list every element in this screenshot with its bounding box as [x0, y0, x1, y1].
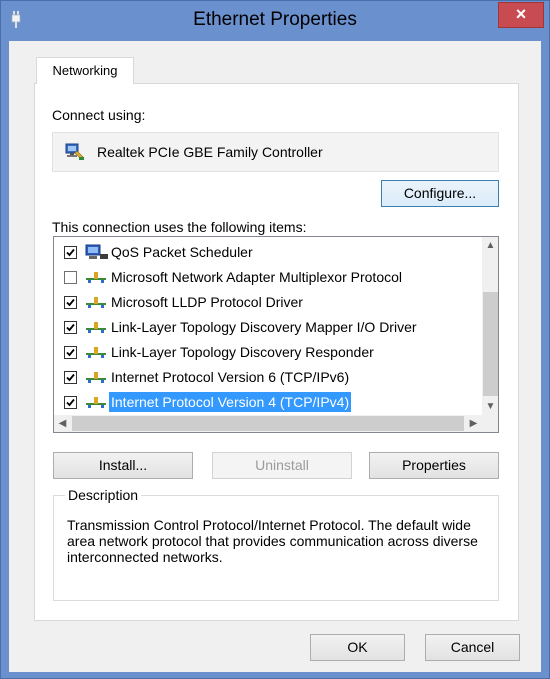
checkbox-unchecked[interactable] — [64, 271, 77, 284]
properties-button[interactable]: Properties — [369, 452, 499, 479]
protocol-icon — [84, 294, 110, 310]
items-label: This connection uses the following items… — [52, 219, 307, 235]
description-text: Transmission Control Protocol/Internet P… — [67, 517, 478, 565]
title-bar[interactable]: Ethernet Properties × — [1, 1, 549, 41]
tab-networking[interactable]: Networking — [36, 57, 134, 84]
vertical-scroll-thumb[interactable] — [483, 292, 498, 396]
ethernet-properties-window: Ethernet Properties × Networking Connect… — [0, 0, 550, 679]
protocol-icon — [84, 319, 110, 335]
cancel-button[interactable]: Cancel — [425, 634, 520, 661]
list-item[interactable]: Link-Layer Topology Discovery Mapper I/O… — [54, 315, 482, 339]
scrollbar-corner — [482, 415, 498, 432]
adapter-field: Realtek PCIe GBE Family Controller — [52, 132, 499, 172]
list-item[interactable]: Internet Protocol Version 6 (TCP/IPv6) — [54, 365, 482, 389]
protocol-icon — [84, 344, 110, 360]
checkbox-checked[interactable] — [64, 321, 77, 334]
protocol-icon — [84, 369, 110, 385]
list-item[interactable]: Microsoft Network Adapter Multiplexor Pr… — [54, 265, 482, 289]
connect-using-label: Connect using: — [52, 107, 146, 123]
uninstall-button[interactable]: Uninstall — [212, 452, 352, 479]
install-button[interactable]: Install... — [53, 452, 193, 479]
scroll-up-icon[interactable]: ▲ — [482, 237, 498, 254]
protocol-icon — [84, 269, 110, 285]
configure-button[interactable]: Configure... — [381, 180, 499, 207]
list-item[interactable]: Link-Layer Topology Discovery Responder — [54, 340, 482, 364]
items-list[interactable]: QoS Packet Scheduler Microsoft Network A… — [53, 236, 499, 433]
ok-button[interactable]: OK — [310, 634, 405, 661]
list-item-selected[interactable]: Internet Protocol Version 4 (TCP/IPv4) — [54, 390, 482, 414]
horizontal-scrollbar[interactable]: ◀ ▶ — [54, 415, 482, 432]
item-label: Microsoft LLDP Protocol Driver — [111, 294, 303, 310]
item-label: Link-Layer Topology Discovery Responder — [111, 344, 374, 360]
checkbox-checked[interactable] — [64, 396, 77, 409]
item-label: Internet Protocol Version 4 (TCP/IPv4) — [109, 392, 352, 412]
checkbox-checked[interactable] — [64, 296, 77, 309]
close-button[interactable]: × — [498, 2, 544, 28]
list-item[interactable]: Microsoft LLDP Protocol Driver — [54, 290, 482, 314]
scroll-down-icon[interactable]: ▼ — [482, 398, 498, 415]
item-label: Link-Layer Topology Discovery Mapper I/O… — [111, 319, 417, 335]
scroll-left-icon[interactable]: ◀ — [54, 415, 71, 432]
checkbox-checked[interactable] — [64, 346, 77, 359]
dialog-client-area: Networking Connect using: Realtek PCIe G… — [9, 41, 541, 672]
vertical-scrollbar[interactable]: ▲ ▼ — [482, 237, 498, 415]
adapter-name: Realtek PCIe GBE Family Controller — [97, 144, 323, 160]
horizontal-scroll-thumb[interactable] — [72, 416, 464, 431]
scheduler-icon — [84, 244, 110, 260]
list-item[interactable]: QoS Packet Scheduler — [54, 240, 482, 264]
checkbox-checked[interactable] — [64, 246, 77, 259]
network-adapter-icon — [65, 143, 85, 161]
item-label: QoS Packet Scheduler — [111, 244, 253, 260]
item-label: Microsoft Network Adapter Multiplexor Pr… — [111, 269, 402, 285]
scroll-right-icon[interactable]: ▶ — [465, 415, 482, 432]
window-title: Ethernet Properties — [193, 9, 357, 30]
protocol-icon — [84, 394, 110, 410]
checkbox-checked[interactable] — [64, 371, 77, 384]
item-label: Internet Protocol Version 6 (TCP/IPv6) — [111, 369, 350, 385]
description-title: Description — [65, 486, 142, 504]
